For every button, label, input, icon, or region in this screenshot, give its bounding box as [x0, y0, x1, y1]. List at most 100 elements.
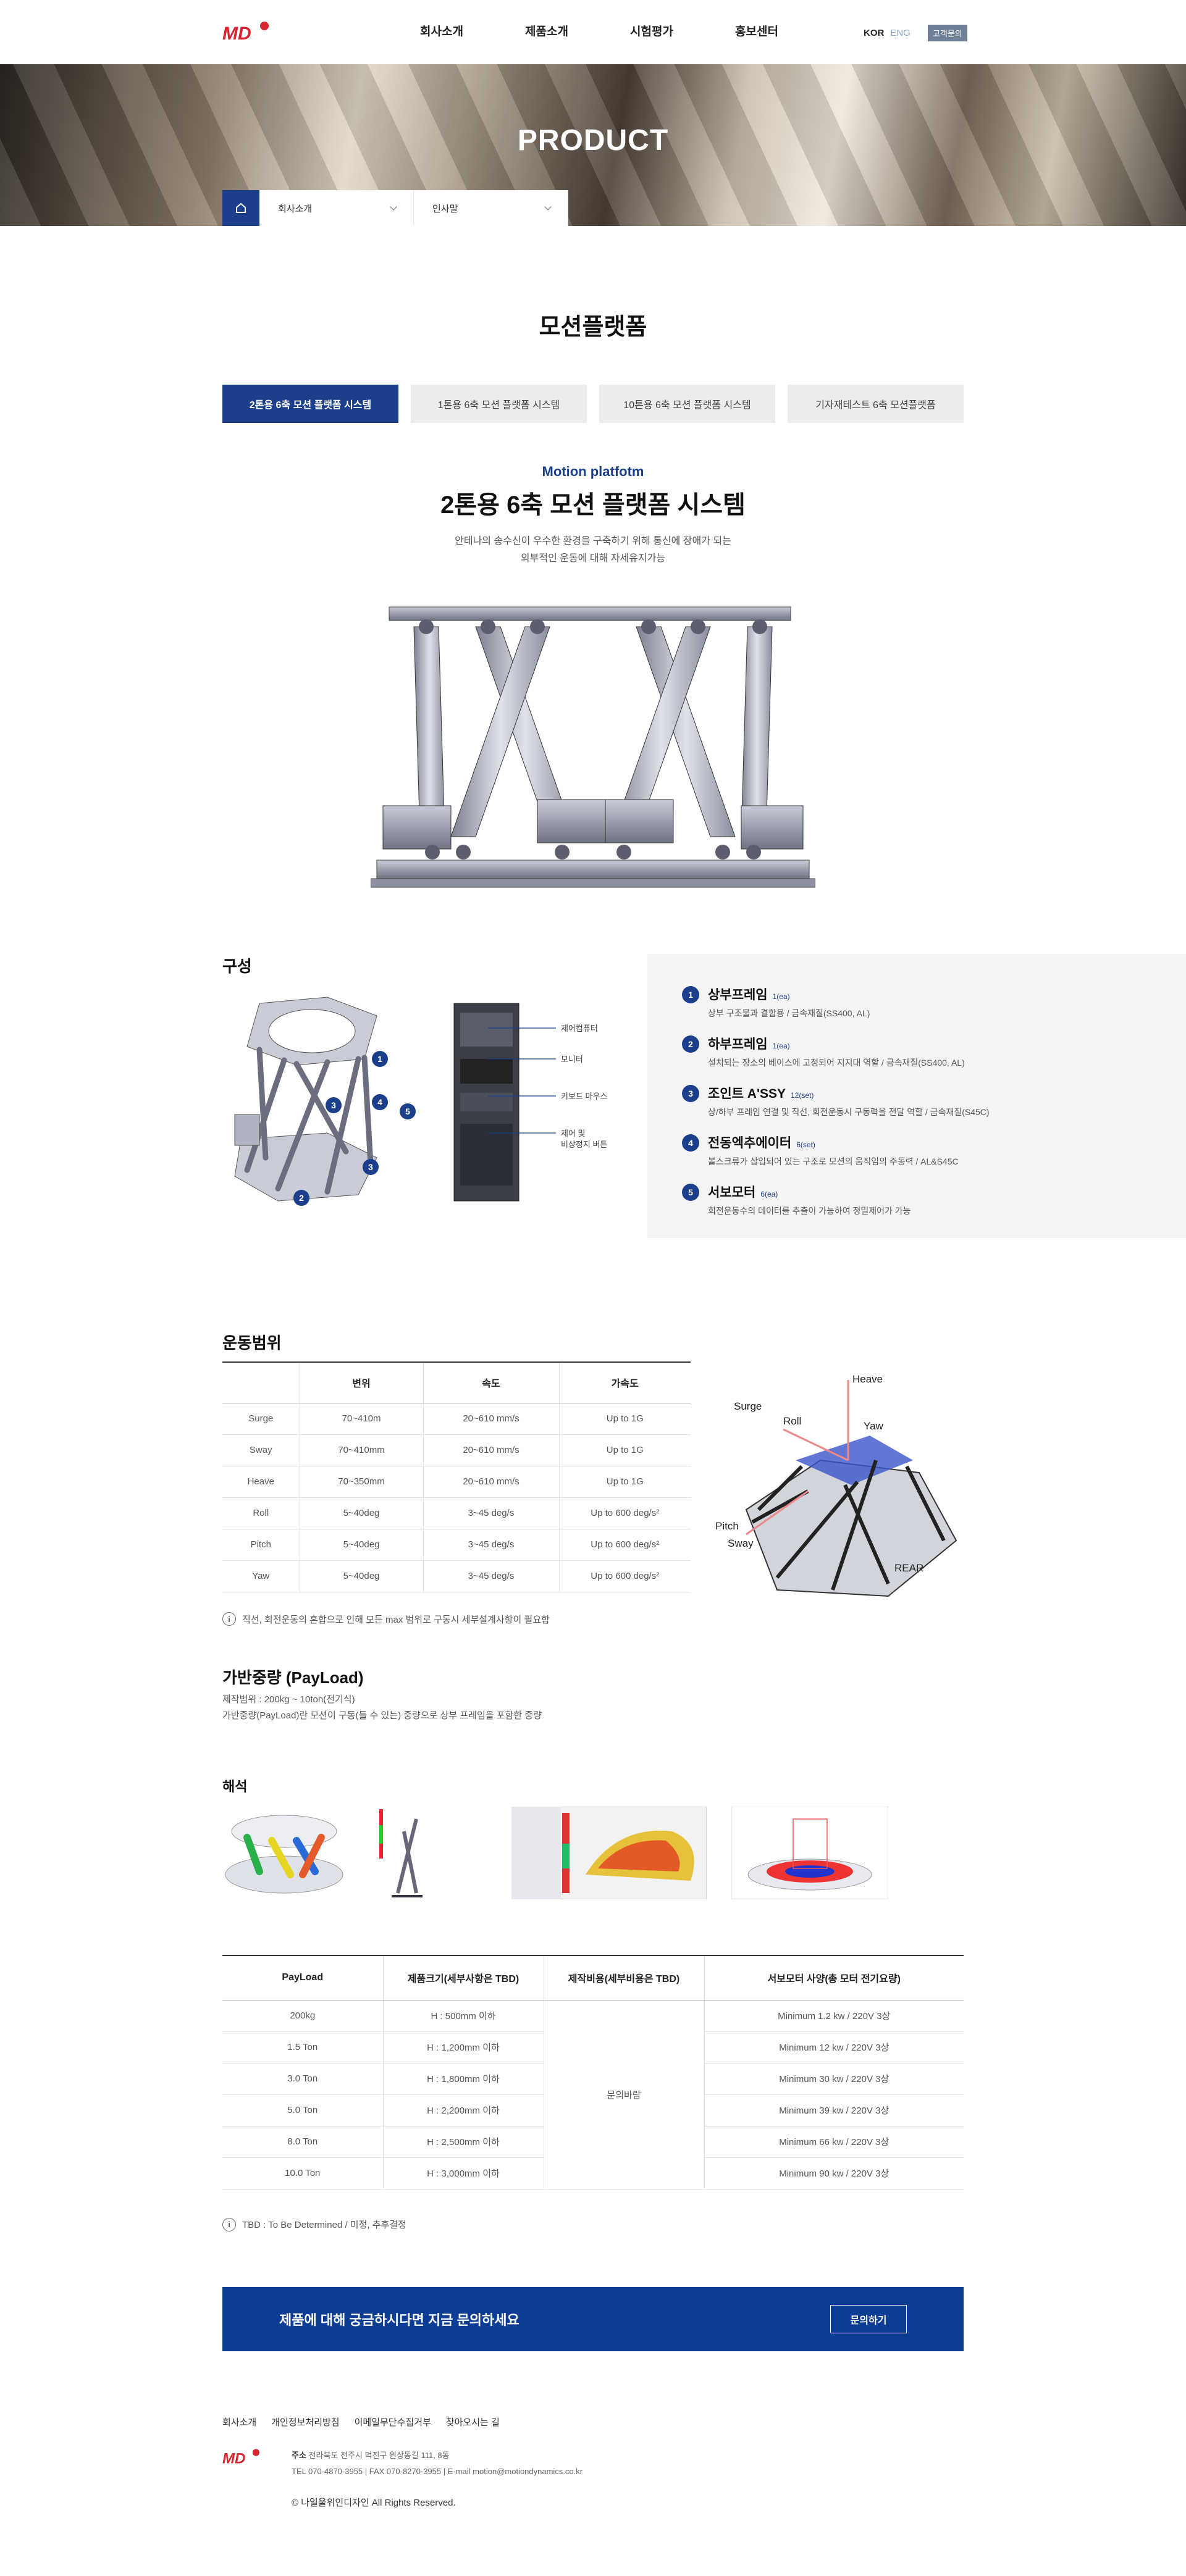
col-header: 제품크기(세부사항은 TBD) — [382, 1955, 544, 2001]
analysis-image-3 — [511, 1807, 707, 1899]
footer-logo: MD — [222, 2448, 259, 2467]
home-button[interactable] — [222, 190, 259, 226]
svg-text:4: 4 — [377, 1097, 382, 1107]
nav-pr[interactable]: 홍보센터 — [735, 0, 840, 64]
footer-link-company[interactable]: 회사소개 — [222, 2415, 256, 2428]
svg-text:MD: MD — [222, 2450, 245, 2467]
footer-info: 주소 전라북도 전주시 덕진구 원상동길 111, 8동 TEL 070-487… — [292, 2448, 582, 2480]
col-header: 서보모터 사양(총 모터 전기요량) — [704, 1955, 964, 2001]
product-description: 안테나의 송수신이 우수한 환경을 구축하기 위해 통신에 장애가 되는 외부적… — [222, 533, 964, 567]
item-number: 5 — [682, 1184, 699, 1201]
payload-section: 가반중량 (PayLoad) 제작범위 : 200kg ~ 10ton(전기식)… — [0, 1665, 1186, 1720]
item-desc: 상/하부 프레임 연결 및 직선, 회전운동시 구동력을 전달 역할 / 금속재… — [708, 1107, 990, 1117]
axis-rear: REAR — [894, 1562, 923, 1574]
inquiry-banner-text: 제품에 대해 궁금하시다면 지금 문의하세요 — [279, 2312, 519, 2328]
footer-links: 회사소개 개인정보처리방침 이메일무단수집거부 찾아오시는 길 — [222, 2415, 500, 2428]
tab-2ton[interactable]: 2톤용 6축 모션 플랫폼 시스템 — [222, 385, 398, 423]
footer-contact: TEL 070-4870-3955 | FAX 070-8270-3955 | … — [292, 2466, 583, 2476]
label-control-pc: 제어컴퓨터 — [561, 1024, 598, 1033]
table-row: Pitch 5~40deg 3~45 deg/s Up to 600 deg/s² — [222, 1529, 691, 1561]
item-number: 3 — [682, 1085, 699, 1102]
inquiry-button[interactable]: 문의하기 — [830, 2304, 907, 2333]
note-text: TBD : To Be Determined / 미정, 추후결정 — [242, 2220, 406, 2230]
svg-text:3: 3 — [368, 1162, 373, 1172]
label-control: 제어 및 — [561, 1129, 586, 1138]
nav-company[interactable]: 회사소개 — [420, 0, 525, 64]
spec-table: PayLoad 제품크기(세부사항은 TBD) 제작비용(세부비용은 TBD) … — [222, 1955, 964, 2189]
list-item: 2 하부프레임 1(ea) 설치되는 장소의 베이스에 고정되어 지지대 역할 /… — [682, 1034, 1114, 1069]
item-desc: 회전운동수의 데이터를 추출이 가능하여 정밀제어가 가능 — [708, 1206, 911, 1216]
tab-10ton[interactable]: 10톤용 6축 모션 플랫폼 시스템 — [599, 385, 775, 423]
col-header: 제작비용(세부비용은 TBD) — [543, 1955, 704, 2001]
list-item: 3 조인트 A'SSY 12(set) 상/하부 프레임 연결 및 직선, 회전운… — [682, 1084, 1114, 1118]
item-desc: 설치되는 장소의 베이스에 고정되어 지지대 역할 / 금속재질(SS400, … — [708, 1058, 965, 1068]
subnav-select-depth1[interactable]: 회사소개 — [259, 190, 414, 226]
item-name: 서보모터 6(ea) — [708, 1186, 778, 1200]
lang-eng[interactable]: ENG — [890, 28, 911, 38]
item-desc: 볼스크류가 삽입되어 있는 구조로 모션의 움직임의 주동력 / AL&S45C — [708, 1156, 959, 1166]
spec-note: i TBD : To Be Determined / 미정, 추후결정 — [222, 2217, 1186, 2231]
nav-product[interactable]: 제품소개 — [525, 0, 630, 64]
motion-range-title: 운동범위 — [222, 1334, 282, 1352]
chevron-down-icon — [390, 203, 397, 211]
language-switch: KOR ENG 고객문의 — [864, 25, 967, 41]
site-footer: 회사소개 개인정보처리방침 이메일무단수집거부 찾아오시는 길 MD 주소 전라… — [0, 2415, 1186, 2576]
svg-text:5: 5 — [405, 1106, 410, 1116]
footer-link-privacy[interactable]: 개인정보처리방침 — [271, 2415, 339, 2428]
hero-banner: PRODUCT 회사소개 인사말 — [0, 64, 1186, 226]
product-tabs: 2톤용 6축 모션 플랫폼 시스템 1톤용 6축 모션 플랫폼 시스템 10톤용… — [222, 385, 964, 423]
payload-title: 가반중량 (PayLoad) — [222, 1668, 364, 1687]
item-desc: 상부 구조물과 결합용 / 금속재질(SS400, AL) — [708, 1008, 870, 1018]
item-number: 1 — [682, 986, 699, 1003]
subnav-select-depth2-label: 인사말 — [432, 203, 458, 214]
composition-diagram: 1 2 3 4 5 3 제어컴퓨터 모니터 키보드 마우스 제어 및 비상정지 버튼 — [234, 997, 607, 1206]
footer-address: 전라북도 전주시 덕진구 원상동길 111, 8동 — [308, 2450, 450, 2460]
lang-kor[interactable]: KOR — [864, 28, 884, 38]
chevron-down-icon — [544, 203, 552, 211]
motion-range-table: 변위 속도 가속도 Surge 70~410m 20~610 mm/s Up to 1… — [222, 1361, 691, 1592]
col-header: 속도 — [423, 1362, 559, 1403]
item-name: 조인트 A'SSY 12(set) — [708, 1087, 814, 1101]
md-logo[interactable]: MD — [222, 20, 272, 44]
footer-link-email-policy[interactable]: 이메일무단수집거부 — [355, 2415, 431, 2428]
item-name: 전동엑추에이터 6(set) — [708, 1136, 815, 1150]
product-description-line: 안테나의 송수신이 우수한 환경을 구축하기 위해 통신에 장애가 되는 — [455, 536, 731, 546]
axis-yaw: Yaw — [864, 1420, 884, 1432]
hero-title: PRODUCT — [517, 124, 669, 157]
col-header: 가속도 — [558, 1362, 691, 1403]
axis-heave: Heave — [852, 1373, 883, 1385]
analysis-image-1 — [222, 1807, 346, 1899]
svg-text:3: 3 — [331, 1100, 336, 1110]
analysis-image-4 — [731, 1807, 888, 1899]
product-description-line: 외부적인 운동에 대해 자세유지가능 — [520, 553, 666, 564]
analysis-image-2 — [379, 1807, 435, 1899]
axis-sway: Sway — [728, 1537, 754, 1549]
footer-link-directions[interactable]: 찾아오시는 길 — [446, 2415, 500, 2428]
note-text: 직선, 회전운동의 혼합으로 인해 모든 max 범위로 구동시 세부설계사항이… — [242, 1614, 550, 1625]
item-number: 4 — [682, 1134, 699, 1152]
axis-pitch: Pitch — [715, 1520, 739, 1532]
motion-range-note: i 직선, 회전운동의 혼합으로 인해 모든 max 범위로 구동시 세부설계사… — [222, 1612, 550, 1626]
col-header: 변위 — [299, 1362, 423, 1403]
table-header-row: 변위 속도 가속도 — [222, 1362, 691, 1403]
composition-list: 1 상부프레임 1(ea) 상부 구조물과 결합용 / 금속재질(SS400, A… — [682, 985, 1114, 1232]
item-name: 상부프레임 1(ea) — [708, 988, 790, 1002]
table-row: Yaw 5~40deg 3~45 deg/s Up to 600 deg/s² — [222, 1560, 691, 1592]
customer-inquiry-button[interactable]: 고객문의 — [927, 25, 967, 41]
table-row: Heave 70~350mm 20~610 mm/s Up to 1G — [222, 1466, 691, 1498]
subnav-select-depth1-label: 회사소개 — [278, 203, 313, 214]
motion-range-section: 운동범위 변위 속도 가속도 Surge 70~410m 20~610 mm/s Up… — [0, 1331, 1186, 1652]
tab-equipment-test[interactable]: 기자재테스트 6축 모션플랫폼 — [788, 385, 964, 423]
axis-roll: Roll — [783, 1415, 801, 1427]
col-header: PayLoad — [222, 1955, 383, 2001]
tab-1ton[interactable]: 1톤용 6축 모션 플랫폼 시스템 — [411, 385, 587, 423]
label-emergency-stop: 비상정지 버튼 — [561, 1140, 607, 1149]
table-row: Surge 70~410m 20~610 mm/s Up to 1G — [222, 1403, 691, 1435]
label-monitor: 모니터 — [561, 1055, 583, 1064]
list-item: 4 전동엑추에이터 6(set) 볼스크류가 삽입되어 있는 구조로 모션의 움직… — [682, 1133, 1114, 1168]
addr-label: 주소 — [292, 2450, 306, 2460]
nav-test[interactable]: 시험평가 — [630, 0, 735, 64]
table-row: Roll 5~40deg 3~45 deg/s Up to 600 deg/s² — [222, 1497, 691, 1529]
subnav-select-depth2[interactable]: 인사말 — [414, 190, 568, 226]
label-keyboard-mouse: 키보드 마우스 — [561, 1092, 607, 1101]
